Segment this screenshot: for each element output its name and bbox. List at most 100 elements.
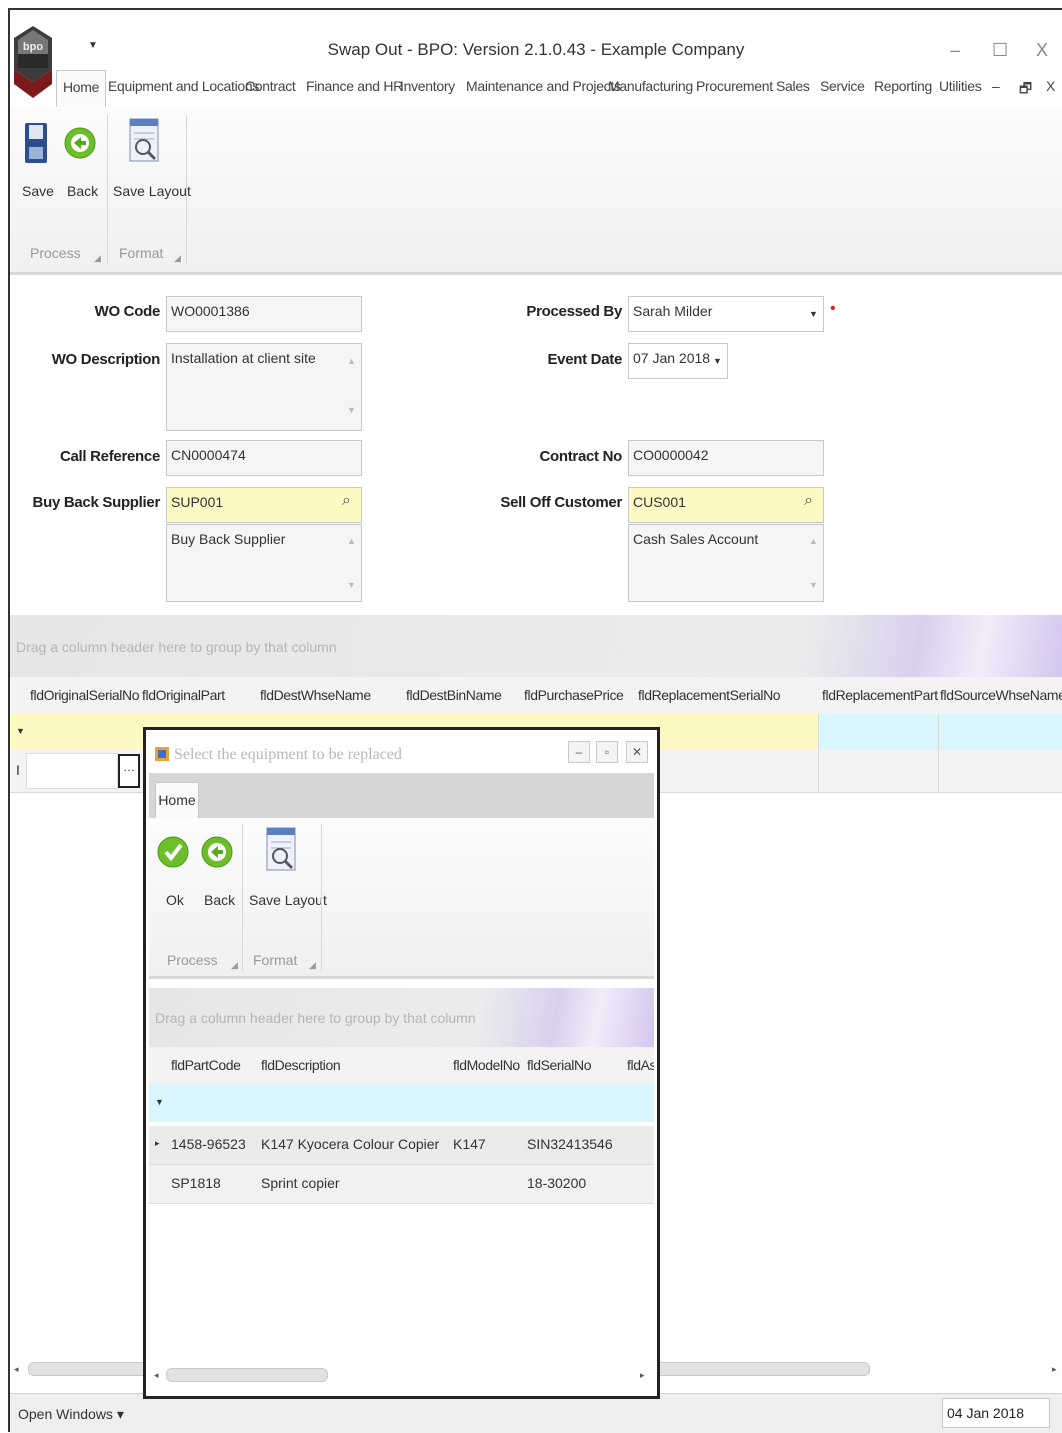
save-icon[interactable]	[24, 121, 48, 165]
tab-manufacturing[interactable]: Manufacturing	[608, 78, 693, 94]
back-icon[interactable]	[201, 830, 233, 874]
wo-code-field[interactable]: WO0001386	[166, 296, 362, 332]
buy-back-supplier-lookup[interactable]: SUP001	[166, 487, 362, 523]
column-header-dest-whse-name[interactable]: fldDestWhseName	[260, 687, 371, 703]
minimize-button[interactable]: –	[950, 40, 960, 61]
dialog-horizontal-scrollbar[interactable]	[166, 1368, 328, 1382]
row-indicator-icon: ▸	[155, 1138, 160, 1148]
group-by-panel[interactable]: Drag a column header here to group by th…	[10, 615, 1062, 677]
ok-button[interactable]: Ok	[166, 892, 184, 908]
dialog-filter-row[interactable]: ▼	[149, 1084, 654, 1122]
mdi-restore-button[interactable]: 🗗	[1019, 78, 1032, 102]
dialog-tab-home[interactable]: Home	[155, 782, 199, 819]
chevron-down-icon[interactable]: ▼	[713, 356, 722, 366]
tab-inventory[interactable]: Inventory	[400, 78, 455, 94]
ok-icon[interactable]	[157, 830, 189, 874]
scroll-down-icon[interactable]: ▼	[347, 580, 356, 590]
group-divider	[186, 115, 187, 265]
tab-procurement[interactable]: Procurement	[696, 78, 773, 94]
save-button[interactable]: Save	[22, 183, 54, 199]
scroll-right-icon[interactable]: ▸	[640, 1370, 645, 1381]
sell-off-customer-lookup[interactable]: CUS001	[628, 487, 824, 523]
column-header-original-serial-no[interactable]: fldOriginalSerialNo	[30, 687, 140, 703]
dialog-minimize-button[interactable]: –	[568, 741, 590, 763]
column-header-original-part[interactable]: fldOriginalPart	[142, 687, 225, 703]
group-launcher-icon[interactable]: ◢	[231, 960, 238, 971]
text-cursor-icon: I	[16, 762, 20, 778]
ellipsis-button[interactable]: …	[118, 754, 140, 788]
column-header-description[interactable]: fldDescription	[261, 1057, 341, 1073]
column-header-serial-no[interactable]: fldSerialNo	[527, 1057, 591, 1073]
dialog-close-button[interactable]: ✕	[626, 741, 648, 763]
dialog-ribbon: Ok Back Save Layout Process ◢ Format ◢	[149, 818, 654, 979]
back-icon[interactable]	[64, 121, 96, 165]
tab-equipment-and-locations[interactable]: Equipment and Locations	[108, 78, 259, 94]
column-header-replacement-part[interactable]: fldReplacementPart	[822, 687, 938, 703]
tab-service[interactable]: Service	[820, 78, 865, 94]
column-header-dest-bin-name[interactable]: fldDestBinName	[406, 687, 502, 703]
buy-back-supplier-label: Buy Back Supplier	[32, 494, 161, 511]
tab-contract[interactable]: Contract	[245, 78, 296, 94]
maximize-button[interactable]: ☐	[992, 40, 1008, 61]
tab-sales[interactable]: Sales	[776, 78, 810, 94]
filter-cell[interactable]	[818, 714, 1062, 750]
close-button[interactable]: X	[1036, 40, 1048, 61]
call-reference-field[interactable]: CN0000474	[166, 440, 362, 476]
column-header-as[interactable]: fldAs	[627, 1057, 654, 1073]
lookup-search-icon[interactable]: ⌕	[342, 492, 351, 510]
scroll-up-icon[interactable]: ▲	[347, 356, 356, 366]
tab-home[interactable]: Home	[56, 70, 107, 108]
column-header-part-code[interactable]: fldPartCode	[171, 1057, 241, 1073]
tab-reporting[interactable]: Reporting	[874, 78, 932, 94]
group-launcher-icon[interactable]: ◢	[174, 253, 181, 264]
save-layout-icon[interactable]	[128, 117, 160, 165]
group-launcher-icon[interactable]: ◢	[94, 253, 101, 264]
group-by-hint: Drag a column header here to group by th…	[16, 639, 337, 655]
dialog-group-by-panel[interactable]: Drag a column header here to group by th…	[149, 988, 654, 1047]
processed-by-select[interactable]: Sarah Milder	[628, 296, 824, 332]
column-header-replacement-serial-no[interactable]: fldReplacementSerialNo	[638, 687, 781, 703]
save-layout-icon[interactable]	[265, 826, 297, 874]
scroll-up-icon[interactable]: ▲	[809, 536, 818, 546]
window-title: Swap Out - BPO: Version 2.1.0.43 - Examp…	[327, 40, 745, 59]
table-row[interactable]: SP1818 Sprint copier 18-30200	[149, 1165, 654, 1204]
scroll-down-icon[interactable]: ▼	[347, 405, 356, 415]
scroll-left-icon[interactable]: ◂	[14, 1364, 19, 1375]
bpo-logo-icon[interactable]: bpo	[12, 24, 54, 100]
tab-utilities[interactable]: Utilities	[939, 78, 982, 94]
status-date-field[interactable]: 04 Jan 2018	[942, 1398, 1050, 1428]
dialog-save-layout-button[interactable]: Save Layout	[249, 892, 327, 908]
tab-finance-and-hr[interactable]: Finance and HR	[306, 78, 403, 94]
grid-column-headers: fldOriginalSerialNo fldOriginalPart fldD…	[10, 677, 1062, 715]
scroll-left-icon[interactable]: ◂	[154, 1370, 159, 1381]
scroll-right-icon[interactable]: ▸	[1052, 1364, 1057, 1375]
contract-no-field[interactable]: CO0000042	[628, 440, 824, 476]
group-launcher-icon[interactable]: ◢	[309, 960, 316, 971]
group-divider	[242, 824, 243, 972]
column-header-source-whse-name[interactable]: fldSourceWhseName	[940, 687, 1062, 703]
save-layout-button[interactable]: Save Layout	[113, 183, 191, 199]
column-header-model-no[interactable]: fldModelNo	[453, 1057, 520, 1073]
chevron-down-icon[interactable]: ▼	[809, 309, 818, 319]
quick-access-dropdown-icon[interactable]: ▼	[88, 40, 98, 51]
scroll-down-icon[interactable]: ▼	[809, 580, 818, 590]
wo-description-field[interactable]: Installation at client site	[166, 343, 362, 431]
filter-icon: ▼	[16, 726, 25, 736]
processed-by-label: Processed By	[526, 303, 622, 320]
description-cell: Sprint copier	[261, 1175, 340, 1191]
contract-no-label: Contract No	[539, 448, 622, 465]
scroll-up-icon[interactable]: ▲	[347, 536, 356, 546]
mdi-minimize-button[interactable]: –	[992, 78, 1000, 94]
part-code-cell: SP1818	[171, 1175, 221, 1191]
back-button[interactable]: Back	[67, 183, 98, 199]
open-windows-button[interactable]: Open Windows ▾	[18, 1406, 124, 1423]
table-row[interactable]: ▸ 1458-96523 K147 Kyocera Colour Copier …	[149, 1126, 654, 1165]
original-serial-no-editor[interactable]	[26, 753, 118, 789]
lookup-search-icon[interactable]: ⌕	[804, 492, 813, 510]
dialog-title: Select the equipment to be replaced	[174, 746, 402, 763]
column-header-purchase-price[interactable]: fldPurchasePrice	[524, 687, 624, 703]
dialog-back-button[interactable]: Back	[204, 892, 235, 908]
tab-maintenance-and-projects[interactable]: Maintenance and Projects	[466, 78, 621, 94]
dialog-maximize-button[interactable]: ▫	[596, 741, 618, 763]
mdi-close-button[interactable]: X	[1046, 78, 1055, 94]
